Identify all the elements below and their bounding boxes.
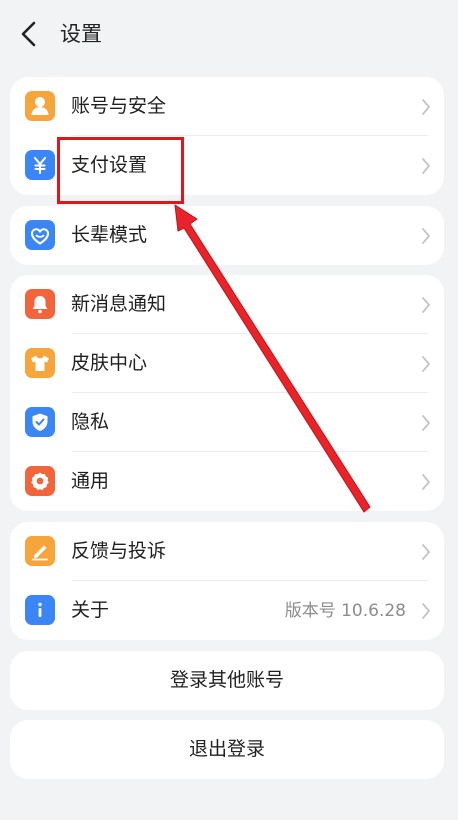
settings-group-about: 反馈与投诉 关于 版本号 10.6.28	[10, 522, 444, 640]
settings-item-notifications[interactable]: 新消息通知	[10, 275, 444, 334]
chevron-right-icon	[422, 99, 430, 115]
gear-icon	[25, 466, 55, 496]
settings-item-label: 反馈与投诉	[71, 540, 167, 562]
chevron-right-icon	[422, 603, 430, 619]
settings-item-about[interactable]: 关于 版本号 10.6.28	[10, 581, 444, 640]
settings-item-privacy[interactable]: 隐私	[10, 393, 444, 452]
shirt-icon	[25, 348, 55, 378]
settings-item-label: 关于	[71, 599, 110, 621]
heart-icon	[25, 220, 55, 250]
info-icon	[25, 595, 55, 625]
logout-label: 退出登录	[188, 738, 265, 760]
settings-item-label: 通用	[71, 470, 110, 492]
switch-account-button[interactable]: 登录其他账号	[10, 651, 444, 710]
bell-icon	[25, 289, 55, 319]
header: 设置	[0, 0, 458, 68]
user-icon	[25, 91, 55, 121]
switch-account-label: 登录其他账号	[169, 669, 284, 691]
settings-item-account-security[interactable]: 账号与安全	[10, 77, 444, 136]
chevron-right-icon	[422, 356, 430, 372]
settings-item-label: 皮肤中心	[71, 352, 148, 374]
settings-item-label: 新消息通知	[71, 293, 167, 315]
settings-group-general: 新消息通知 皮肤中心 隐私 通用	[10, 275, 444, 511]
chevron-right-icon	[422, 415, 430, 431]
page-title: 设置	[60, 22, 102, 46]
annotation-highlight-box	[57, 137, 184, 204]
yuan-icon	[25, 150, 55, 180]
settings-item-label: 隐私	[71, 411, 110, 433]
settings-item-feedback[interactable]: 反馈与投诉	[10, 522, 444, 581]
settings-group-elder: 长辈模式	[10, 206, 444, 265]
settings-item-elder-mode[interactable]: 长辈模式	[10, 206, 444, 265]
chevron-right-icon	[422, 228, 430, 244]
logout-button[interactable]: 退出登录	[10, 720, 444, 779]
version-text: 版本号 10.6.28	[284, 601, 406, 621]
chevron-right-icon	[422, 158, 430, 174]
settings-item-general[interactable]: 通用	[10, 452, 444, 511]
settings-item-label: 账号与安全	[71, 95, 167, 117]
back-arrow-icon[interactable]	[14, 18, 46, 50]
chevron-right-icon	[422, 474, 430, 490]
chevron-right-icon	[422, 297, 430, 313]
settings-item-skin-center[interactable]: 皮肤中心	[10, 334, 444, 393]
settings-item-label: 长辈模式	[71, 224, 148, 246]
shield-icon	[25, 407, 55, 437]
edit-icon	[25, 536, 55, 566]
chevron-right-icon	[422, 544, 430, 560]
